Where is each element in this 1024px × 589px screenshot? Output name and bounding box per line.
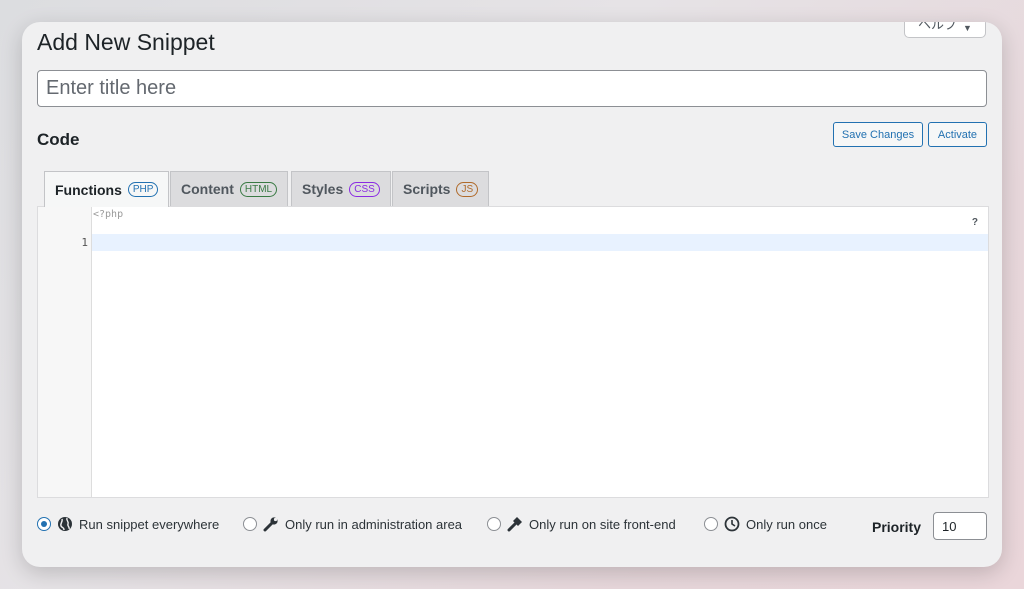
tab-badge: PHP: [127, 182, 159, 197]
priority-input[interactable]: [933, 512, 987, 540]
active-line-highlight: [92, 234, 988, 251]
tab-label: Styles: [302, 181, 344, 197]
activate-button[interactable]: Activate: [928, 122, 987, 147]
tab-styles[interactable]: Styles CSS: [291, 171, 391, 206]
radio-button[interactable]: [37, 517, 51, 531]
scope-option-front-end[interactable]: Only run on site front-end: [487, 513, 676, 535]
code-heading: Code: [37, 130, 80, 149]
scope-option-label: Run snippet everywhere: [79, 516, 220, 532]
globe-icon: [57, 516, 73, 532]
scope-option-once[interactable]: Only run once: [704, 513, 827, 535]
scope-option-label: Only run in administration area: [285, 516, 463, 532]
scope-options: Run snippet everywhere Only run in admin…: [37, 512, 987, 543]
editor-help-button[interactable]: ?: [972, 217, 978, 228]
line-number: 1: [81, 236, 88, 249]
tab-label: Content: [181, 181, 234, 197]
page-title: Add New Snippet: [37, 29, 215, 55]
tab-label: Functions: [55, 181, 122, 198]
priority-label: Priority: [871, 519, 921, 535]
save-changes-button[interactable]: Save Changes: [833, 122, 923, 147]
scope-option-admin[interactable]: Only run in administration area: [243, 513, 462, 535]
tab-badge: CSS: [349, 181, 380, 197]
tab-scripts[interactable]: Scripts JS: [392, 171, 490, 206]
radio-button[interactable]: [487, 517, 501, 531]
chevron-down-icon: ▼: [963, 23, 972, 33]
radio-button[interactable]: [243, 517, 257, 531]
tab-label: Scripts: [403, 181, 451, 197]
line-number-gutter: [38, 207, 92, 497]
help-label: ヘルプ: [918, 22, 958, 32]
scope-option-everywhere[interactable]: Run snippet everywhere: [37, 513, 219, 535]
hammer-icon: [507, 516, 523, 532]
scope-option-label: Only run on site front-end: [529, 516, 676, 532]
tab-content[interactable]: Content HTML: [170, 171, 289, 206]
tab-badge: JS: [456, 181, 479, 197]
code-editor[interactable]: <?php 1 ?: [37, 206, 989, 498]
tab-badge: HTML: [239, 181, 278, 197]
php-open-tag: <?php: [93, 209, 124, 220]
snippet-title-input[interactable]: [37, 70, 987, 107]
snippet-editor-panel: ヘルプ ▼ Add New Snippet Code Save Changes …: [22, 22, 1002, 567]
wrench-icon: [263, 516, 279, 532]
tab-functions[interactable]: Functions PHP: [44, 171, 170, 207]
radio-button[interactable]: [704, 517, 718, 531]
clock-icon: [724, 516, 740, 532]
help-tab-button[interactable]: ヘルプ ▼: [904, 22, 986, 38]
scope-option-label: Only run once: [746, 516, 827, 532]
